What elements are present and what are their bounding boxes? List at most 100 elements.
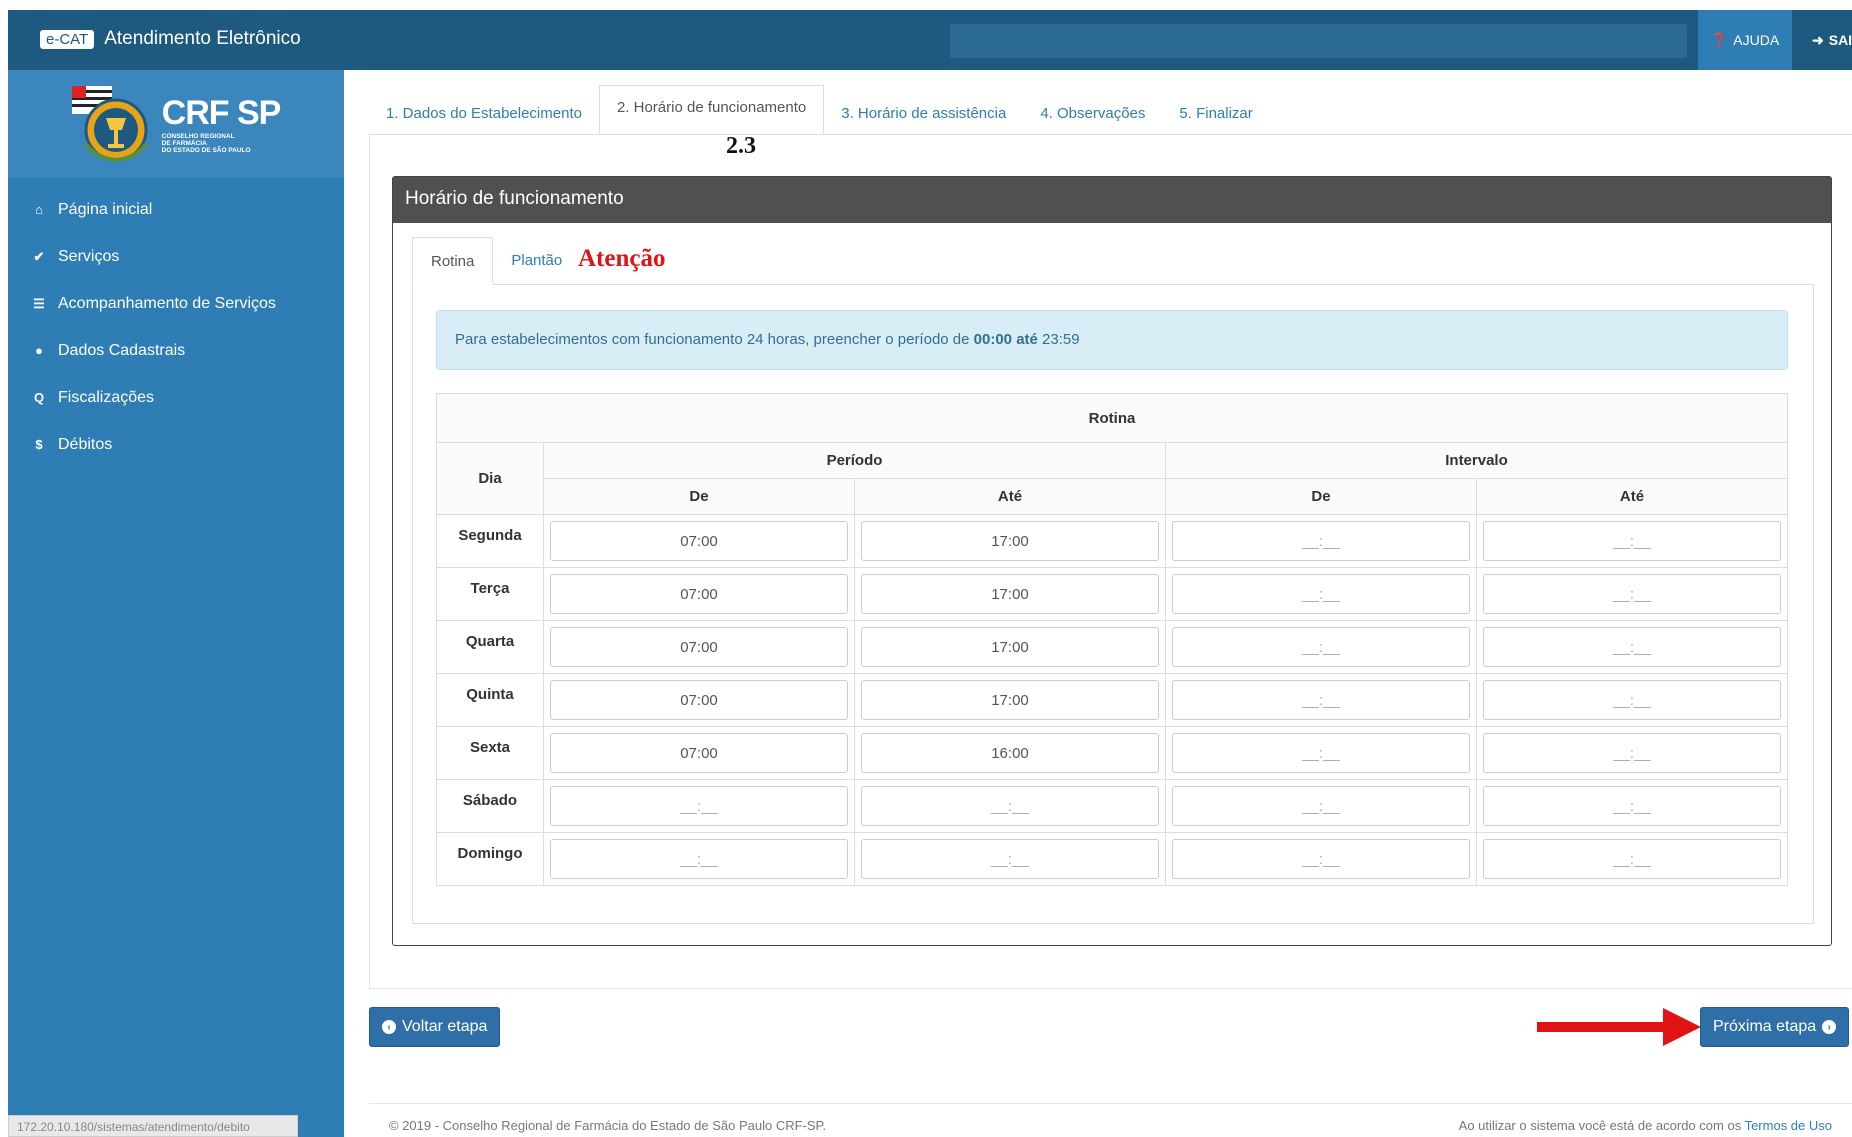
time-cell bbox=[543, 514, 855, 568]
home-icon: ⌂ bbox=[35, 202, 43, 217]
period-from-input[interactable] bbox=[550, 627, 848, 667]
period-to-input[interactable] bbox=[861, 627, 1159, 667]
interval-to-input[interactable] bbox=[1483, 574, 1781, 614]
interval-from-input[interactable] bbox=[1172, 521, 1470, 561]
period-from-input[interactable] bbox=[550, 839, 848, 879]
day-label: Segunda bbox=[436, 514, 544, 568]
step-tabs: 1. Dados do Estabelecimento 2. Horário d… bbox=[369, 85, 1270, 135]
period-to-input[interactable] bbox=[861, 521, 1159, 561]
period-from-input[interactable] bbox=[550, 680, 848, 720]
interval-from-input[interactable] bbox=[1172, 574, 1470, 614]
time-cell bbox=[1165, 514, 1477, 568]
logo[interactable]: CRF SP CONSELHO REGIONAL DE FARMÁCIA DO … bbox=[8, 70, 344, 178]
table-row: Quarta bbox=[436, 620, 1788, 674]
tab-horario-assistencia[interactable]: 3. Horário de assistência bbox=[824, 92, 1023, 135]
period-from-input[interactable] bbox=[550, 786, 848, 826]
table-row: Sexta bbox=[436, 726, 1788, 780]
sidebar-item-label: Acompanhamento de Serviços bbox=[58, 294, 276, 312]
sidebar-item-home[interactable]: ⌂ Página inicial bbox=[8, 186, 344, 233]
time-cell bbox=[1476, 726, 1788, 780]
table-row: Quinta bbox=[436, 673, 1788, 727]
time-cell bbox=[543, 832, 855, 886]
time-cell bbox=[1165, 620, 1477, 674]
time-cell bbox=[1476, 832, 1788, 886]
annotation-step: 2.3 bbox=[726, 133, 756, 159]
interval-from-input[interactable] bbox=[1172, 627, 1470, 667]
sidebar-item-services[interactable]: ✔ Serviços bbox=[8, 233, 344, 280]
terms-link[interactable]: Termos de Uso bbox=[1745, 1118, 1832, 1133]
annotation-attention: Atenção bbox=[578, 245, 666, 272]
help-label: AJUDA bbox=[1733, 32, 1780, 48]
day-label: Domingo bbox=[436, 832, 544, 886]
sign-out-icon: ➜ bbox=[1812, 31, 1824, 48]
period-to-input[interactable] bbox=[861, 786, 1159, 826]
period-to-input[interactable] bbox=[861, 574, 1159, 614]
interval-to-input[interactable] bbox=[1483, 680, 1781, 720]
chevron-right-icon: › bbox=[1822, 1020, 1837, 1034]
time-cell bbox=[1165, 779, 1477, 833]
interval-from-input[interactable] bbox=[1172, 839, 1470, 879]
period-from-input[interactable] bbox=[550, 574, 848, 614]
interval-to-input[interactable] bbox=[1483, 786, 1781, 826]
top-search-bar[interactable] bbox=[950, 24, 1687, 58]
inner-tabs: Rotina Plantão bbox=[412, 237, 580, 285]
interval-to-input[interactable] bbox=[1483, 839, 1781, 879]
chevron-left-icon: ‹ bbox=[382, 1020, 396, 1034]
period-from-input[interactable] bbox=[550, 733, 848, 773]
time-cell bbox=[854, 726, 1166, 780]
sidebar-item-tracking[interactable]: ☰ Acompanhamento de Serviços bbox=[8, 280, 344, 327]
period-from-input[interactable] bbox=[550, 521, 848, 561]
footer-divider bbox=[369, 1103, 1852, 1104]
interval-to-input[interactable] bbox=[1483, 627, 1781, 667]
time-cell bbox=[1476, 567, 1788, 621]
tab-rotina[interactable]: Rotina bbox=[412, 237, 494, 285]
sidebar-item-label: Débitos bbox=[58, 435, 113, 453]
crf-emblem-icon bbox=[71, 86, 148, 163]
period-to-input[interactable] bbox=[861, 680, 1159, 720]
interval-to-input[interactable] bbox=[1483, 733, 1781, 773]
top-bar: e-CAT Atendimento Eletrônico ❓ AJUDA ➜ S… bbox=[8, 10, 1852, 70]
sidebar-item-debts[interactable]: $ Débitos bbox=[8, 421, 344, 468]
alert-end-time: 23:59 bbox=[1042, 331, 1080, 348]
interval-from-input[interactable] bbox=[1172, 680, 1470, 720]
period-to-input[interactable] bbox=[861, 733, 1159, 773]
app-title: Atendimento Eletrônico bbox=[104, 28, 301, 49]
interval-to-input[interactable] bbox=[1483, 521, 1781, 561]
panel-title: Horário de funcionamento bbox=[393, 177, 1831, 223]
time-cell bbox=[854, 567, 1166, 621]
interval-from-input[interactable] bbox=[1172, 786, 1470, 826]
sidebar-item-registration[interactable]: ● Dados Cadastrais bbox=[8, 327, 344, 374]
day-label: Terça bbox=[436, 567, 544, 621]
time-cell bbox=[1165, 567, 1477, 621]
sidebar-item-label: Página inicial bbox=[58, 200, 153, 218]
col-interval-to: Até bbox=[1476, 478, 1788, 515]
back-step-button[interactable]: ‹ Voltar etapa bbox=[369, 1007, 501, 1047]
next-step-label: Próxima etapa bbox=[1713, 1018, 1817, 1035]
time-cell bbox=[854, 620, 1166, 674]
time-cell bbox=[543, 726, 855, 780]
back-step-label: Voltar etapa bbox=[402, 1018, 488, 1035]
time-cell bbox=[1476, 673, 1788, 727]
tab-plantao[interactable]: Plantão bbox=[493, 237, 580, 285]
col-day: Dia bbox=[436, 442, 544, 515]
sidebar-item-inspections[interactable]: Q Fiscalizações bbox=[8, 374, 344, 421]
next-step-button[interactable]: Próxima etapa › bbox=[1700, 1007, 1850, 1047]
interval-from-input[interactable] bbox=[1172, 733, 1470, 773]
user-icon: ● bbox=[35, 343, 43, 358]
sidebar-item-label: Fiscalizações bbox=[58, 388, 155, 406]
period-to-input[interactable] bbox=[861, 839, 1159, 879]
tab-finalizar[interactable]: 5. Finalizar bbox=[1162, 92, 1269, 135]
tab-observacoes[interactable]: 4. Observações bbox=[1023, 92, 1162, 135]
tab-dados-estabelecimento[interactable]: 1. Dados do Estabelecimento bbox=[369, 92, 599, 135]
footer-copyright: © 2019 - Conselho Regional de Farmácia d… bbox=[389, 1118, 827, 1133]
footer-terms: Ao utilizar o sistema você está de acord… bbox=[1459, 1118, 1832, 1133]
time-cell bbox=[543, 620, 855, 674]
question-circle-icon: ❓ bbox=[1710, 31, 1729, 48]
exit-button[interactable]: ➜ SAIR bbox=[1800, 10, 1852, 70]
tab-horario-funcionamento[interactable]: 2. Horário de funcionamento bbox=[598, 85, 825, 135]
help-button[interactable]: ❓ AJUDA bbox=[1698, 10, 1792, 70]
schedule-table: Rotina Dia Período Intervalo De Até De A… bbox=[436, 393, 1788, 886]
logo-sub-1: CONSELHO REGIONAL bbox=[161, 133, 235, 140]
brand[interactable]: e-CAT Atendimento Eletrônico bbox=[40, 28, 301, 50]
exit-label: SAIR bbox=[1828, 32, 1852, 48]
